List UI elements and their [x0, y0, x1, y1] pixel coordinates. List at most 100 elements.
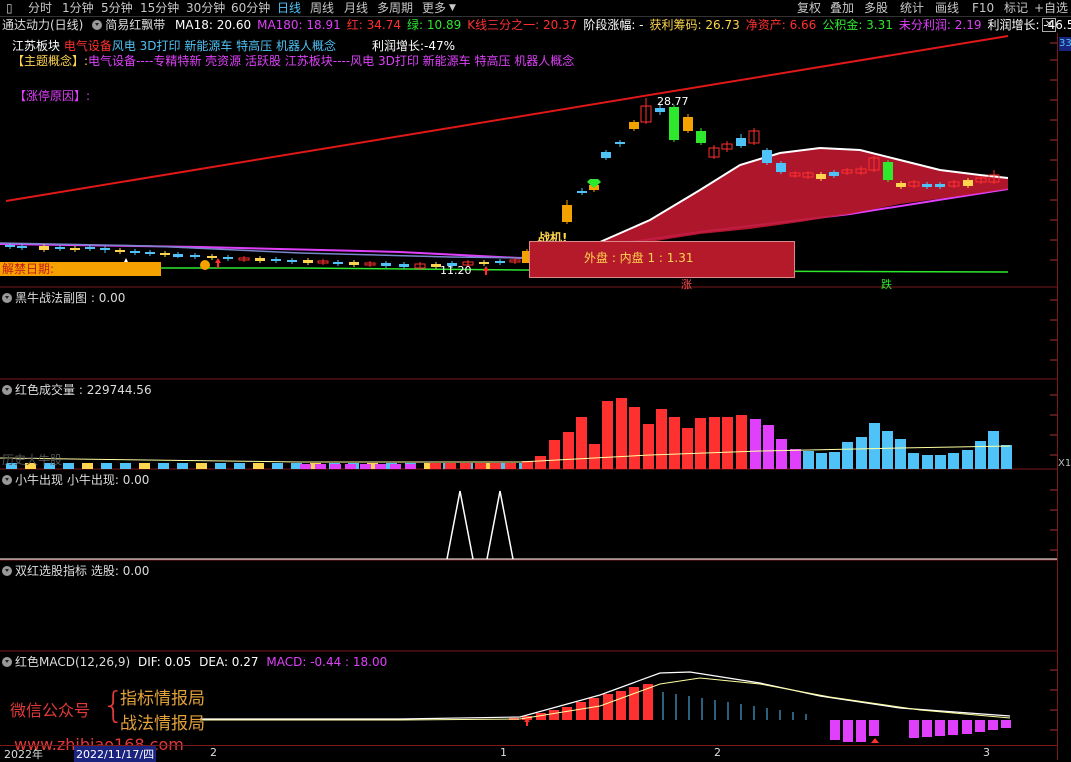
panel-values: : 0.00 — [87, 291, 126, 305]
menu-icon[interactable]: ▯ — [6, 0, 13, 16]
tab-30min[interactable]: 30分钟 — [186, 0, 225, 16]
candle-body — [271, 259, 281, 261]
candle-body — [85, 247, 95, 249]
money-bag-icon — [200, 260, 210, 270]
candle-body — [145, 252, 155, 254]
dropdown-circle-icon[interactable] — [2, 657, 12, 667]
high-price-label: 28.77 — [657, 95, 689, 108]
tab-multi-period[interactable]: 多周期 — [377, 0, 413, 16]
volume-bar — [360, 464, 371, 469]
btn-overlay[interactable]: 叠加 — [830, 0, 854, 16]
more-dropdown-icon[interactable]: ▼ — [449, 0, 456, 16]
dropdown-circle-icon[interactable] — [2, 566, 12, 576]
candle-body — [115, 250, 125, 252]
btn-multi-stock[interactable]: 多股 — [864, 0, 888, 16]
low-price-label: 11.20 — [440, 264, 472, 277]
macd-bar-positive — [616, 691, 626, 720]
header-value-4: K线三分之一: 20.37 — [467, 18, 578, 32]
panel-header-double-red: 双红选股指标 选股: 0.00 — [2, 563, 149, 579]
tab-5min[interactable]: 5分钟 — [101, 0, 133, 16]
panel-title[interactable]: 红色MACD(12,26,9) — [15, 655, 130, 669]
volume-bar — [922, 455, 933, 469]
volume-bar — [315, 464, 326, 469]
tab-minute[interactable]: 分时 — [28, 0, 52, 16]
volume-bar — [101, 463, 112, 469]
watermark-name1: 指标情报局 — [120, 689, 205, 709]
volume-bar — [535, 456, 546, 469]
dropdown-circle-icon[interactable] — [2, 385, 12, 395]
candle-body — [287, 260, 297, 262]
period-toolbar: ▯ 分时 1分钟 5分钟 15分钟 30分钟 60分钟 日线 周线 月线 多周期… — [0, 0, 1071, 17]
indicator-name: 通达动力(日线) — [2, 18, 84, 32]
candle-body — [381, 263, 391, 266]
candle-body — [349, 262, 359, 265]
btn-restore-right[interactable]: 复权 — [797, 0, 821, 16]
macd-bar-negative — [830, 720, 840, 740]
btn-f10[interactable]: F10 — [972, 0, 994, 16]
macd-bar-negative — [843, 720, 853, 742]
macd-bar-negative — [856, 720, 866, 742]
macd-dif: DIF: 0.05 — [137, 655, 192, 669]
dropdown-circle-icon[interactable] — [2, 475, 12, 485]
dropdown-circle-icon[interactable] — [2, 293, 12, 303]
unlock-date-label: 解禁日期: — [0, 262, 161, 276]
volume-bar — [345, 464, 356, 469]
btn-add-watchlist[interactable]: +自选 — [1034, 0, 1068, 16]
volume-bar — [215, 463, 226, 469]
panel-values: : 229744.56 — [75, 383, 152, 397]
candle-body — [130, 251, 140, 253]
candle-body — [100, 248, 110, 250]
axis-tick: 2 — [210, 746, 217, 759]
tab-daily[interactable]: 日线 — [277, 0, 301, 16]
volume-bar — [682, 428, 693, 469]
panel-title[interactable]: 小牛出现 — [15, 473, 63, 487]
header-value-9: 未分利润: 2.19 — [898, 18, 982, 32]
btn-statistics[interactable]: 统计 — [900, 0, 924, 16]
formula-name[interactable]: 简易红飘带 — [105, 18, 165, 32]
panel-title[interactable]: 红色成交量 — [15, 383, 75, 397]
candle-body — [922, 184, 932, 187]
volume-bar — [616, 398, 627, 469]
volume-bar — [629, 407, 640, 469]
volume-bar — [988, 431, 999, 469]
volume-bar — [602, 401, 613, 469]
volume-bar — [475, 463, 486, 469]
panel-title[interactable]: 双红选股指标 — [15, 564, 87, 578]
candle-body — [160, 253, 170, 255]
tab-15min[interactable]: 15分钟 — [140, 0, 179, 16]
panel-title[interactable]: 黑牛战法副图 — [15, 291, 87, 305]
candle-body — [615, 142, 625, 144]
tab-60min[interactable]: 60分钟 — [231, 0, 270, 16]
volume-bar — [656, 409, 667, 469]
outer-inner-box: 外盘 : 内盘 1 : 1.31 — [529, 241, 795, 278]
volume-bar — [709, 417, 720, 469]
volume-bar — [460, 463, 471, 469]
tab-monthly[interactable]: 月线 — [344, 0, 368, 16]
tab-more[interactable]: 更多 — [422, 0, 446, 16]
candle-body — [816, 174, 826, 179]
price-axis: 33 X1 — [1057, 33, 1071, 760]
volume-bar — [196, 463, 207, 469]
chart-canvas[interactable] — [0, 33, 1057, 760]
candle-body — [173, 254, 183, 257]
panel-header-red-volume: 红色成交量 : 229744.56 — [2, 382, 152, 398]
volume-bar — [895, 439, 906, 469]
vol-axis-label: X1 — [1058, 458, 1071, 469]
volume-bar — [158, 463, 169, 469]
blue-ma-line — [0, 242, 531, 259]
close-icon[interactable]: ✕ — [1042, 18, 1056, 32]
volume-bar — [829, 452, 840, 469]
tab-1min[interactable]: 1分钟 — [62, 0, 94, 16]
candle-body — [935, 184, 945, 187]
panel-header-black-bull: 黑牛战法副图 : 0.00 — [2, 290, 125, 306]
dropdown-circle-icon[interactable] — [92, 20, 103, 30]
btn-mark[interactable]: 标记 — [1004, 0, 1028, 16]
macd-value: MACD: -0.44 : 18.00 — [266, 655, 388, 669]
main-chart-header: 通达动力(日线) 简易红飘带 MA18: 20.60 MA180: 18.91 红:… — [2, 17, 1071, 33]
tab-weekly[interactable]: 周线 — [310, 0, 334, 16]
volume-bar — [908, 453, 919, 469]
volume-bar — [695, 418, 706, 469]
down-marker-icon — [871, 738, 879, 743]
btn-draw-line[interactable]: 画线 — [935, 0, 959, 16]
volume-bar — [643, 424, 654, 469]
